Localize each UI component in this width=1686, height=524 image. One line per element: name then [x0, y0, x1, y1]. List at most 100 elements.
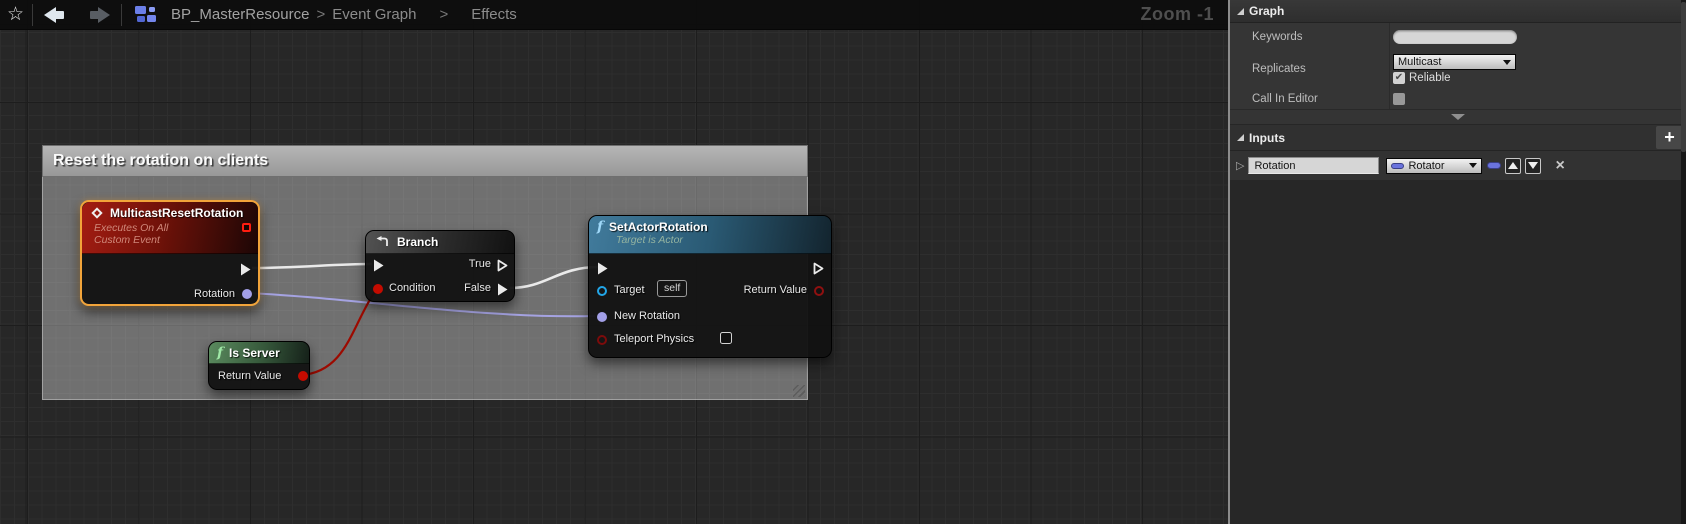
pin-label: Return Value [743, 284, 807, 296]
move-up-button[interactable] [1505, 157, 1522, 174]
breadcrumb-item-blueprint[interactable]: BP_MasterResource [171, 6, 309, 23]
replicates-label: Replicates [1252, 63, 1306, 75]
new-rotation-in-pin[interactable] [597, 312, 607, 322]
node-set-actor-rotation[interactable]: f SetActorRotation Target is Actor Targe… [588, 215, 832, 358]
call-in-editor-checkbox[interactable] [1393, 92, 1405, 105]
node-multicast-reset-rotation[interactable]: MulticastResetRotation Executes On All C… [80, 200, 260, 306]
pin-label: Condition [389, 282, 436, 294]
details-panel: Graph Keywords Replicates Multicast ✔ Re… [1230, 0, 1686, 524]
blueprint-icon [135, 6, 159, 23]
condition-in-pin[interactable] [373, 284, 383, 294]
event-graph-canvas[interactable]: Reset the rotation on clients MulticastR… [0, 0, 1228, 524]
pin-label: Teleport Physics [614, 333, 695, 345]
chevron-down-icon [1451, 114, 1465, 120]
arrow-down-icon [1528, 162, 1539, 169]
breadcrumb-chevron: > [439, 6, 449, 23]
section-title: Inputs [1249, 130, 1285, 145]
container-type-pill-icon[interactable] [1487, 162, 1502, 169]
column-divider [1389, 50, 1390, 88]
target-default-value[interactable]: self [657, 280, 688, 297]
forward-arrow-icon[interactable] [88, 6, 111, 23]
return-value-out-pin[interactable] [814, 286, 824, 296]
input-type-value: Rotator [1408, 159, 1445, 172]
dropdown-arrow-icon [1469, 163, 1478, 168]
node-header[interactable]: f SetActorRotation Target is Actor [589, 216, 831, 254]
column-divider [1389, 23, 1390, 50]
panel-scrollbar[interactable] [1681, 0, 1686, 524]
inputs-section-header[interactable]: Inputs + [1230, 125, 1686, 151]
reliable-label: Reliable [1409, 72, 1451, 84]
node-subtitle: Target is Actor [616, 234, 683, 246]
breadcrumb-chevron: > [316, 6, 326, 23]
pin-label: New Rotation [614, 310, 681, 322]
add-input-button[interactable]: + [1656, 126, 1683, 149]
pin-label: False [464, 282, 491, 294]
node-branch[interactable]: Branch True Condition False [365, 230, 515, 302]
exec-out-pin[interactable] [239, 262, 252, 277]
node-header[interactable]: MulticastResetRotation Executes On All C… [82, 202, 258, 254]
node-header[interactable]: Branch [366, 231, 514, 254]
rotation-out-pin[interactable] [242, 289, 252, 299]
delete-input-button[interactable]: × [1555, 157, 1564, 174]
input-name-field[interactable] [1248, 157, 1380, 174]
return-value-out-pin[interactable] [298, 371, 308, 381]
toolbar-divider [121, 3, 123, 26]
comment-resize-handle[interactable] [793, 385, 805, 397]
pin-label: Target [614, 284, 645, 296]
node-header[interactable]: f Is Server [209, 342, 309, 364]
input-type-dropdown[interactable]: Rotator [1386, 157, 1483, 174]
pin-label: Rotation [194, 288, 235, 300]
rotator-type-pill-icon [1391, 162, 1405, 169]
exec-in-pin[interactable] [596, 261, 609, 276]
column-divider [1389, 88, 1390, 109]
arrow-up-icon [1508, 162, 1519, 169]
breadcrumb-item-event-graph[interactable]: Event Graph [332, 6, 416, 23]
node-subtitle: Custom Event [94, 234, 160, 246]
graph-section-header[interactable]: Graph [1230, 0, 1686, 23]
branch-icon [376, 236, 388, 246]
breadcrumb-item-effects[interactable]: Effects [471, 6, 517, 23]
call-in-editor-row: Call In Editor [1230, 88, 1686, 109]
comment-header[interactable]: Reset the rotation on clients [42, 145, 808, 177]
exec-out-pin[interactable] [812, 261, 825, 276]
true-exec-out-pin[interactable] [496, 258, 509, 273]
advanced-expander[interactable] [1230, 109, 1686, 125]
zoom-level-label: Zoom -1 [1140, 4, 1214, 24]
call-in-editor-label: Call In Editor [1252, 92, 1318, 105]
node-title: MulticastResetRotation [110, 206, 244, 220]
exec-in-pin[interactable] [372, 258, 385, 273]
expand-triangle-icon [1237, 134, 1244, 141]
teleport-physics-in-pin[interactable] [597, 335, 607, 345]
expand-triangle-icon [1237, 7, 1244, 15]
node-title: Branch [397, 235, 439, 249]
scrollbar-thumb[interactable] [1681, 2, 1686, 152]
panel-empty-area [1230, 181, 1686, 524]
comment-title: Reset the rotation on clients [53, 152, 269, 169]
dropdown-arrow-icon [1503, 59, 1511, 65]
replicated-event-badge-icon [242, 223, 251, 232]
replicates-dropdown[interactable]: Multicast [1393, 54, 1516, 70]
toolbar-divider [32, 3, 34, 26]
reliable-checkbox[interactable]: ✔ [1393, 72, 1405, 84]
target-in-pin[interactable] [597, 286, 607, 296]
node-subtitle: Executes On All [94, 222, 169, 234]
move-down-button[interactable] [1525, 157, 1542, 174]
node-title: SetActorRotation [609, 220, 708, 234]
back-arrow-icon[interactable] [44, 6, 66, 23]
blueprint-editor: Reset the rotation on clients MulticastR… [0, 0, 1686, 524]
keywords-input[interactable] [1393, 29, 1517, 44]
input-row-rotation: ▷ Rotator × [1230, 151, 1686, 181]
node-is-server[interactable]: f Is Server Return Value [208, 341, 310, 390]
favorite-star-icon[interactable]: ☆ [7, 5, 24, 24]
replicates-value: Multicast [1398, 56, 1442, 68]
function-icon: f [597, 219, 604, 235]
pin-label: Return Value [218, 370, 282, 382]
replicates-row: Replicates Multicast ✔ Reliable [1230, 50, 1686, 88]
section-title: Graph [1249, 4, 1285, 18]
custom-event-icon [91, 207, 103, 219]
row-expander-icon[interactable]: ▷ [1236, 159, 1244, 172]
teleport-physics-checkbox[interactable] [720, 332, 732, 344]
node-title: Is Server [229, 346, 280, 360]
breadcrumb-bar: ☆ BP_MasterResource > Event Graph > Effe… [0, 0, 1228, 30]
false-exec-out-pin[interactable] [496, 282, 509, 297]
